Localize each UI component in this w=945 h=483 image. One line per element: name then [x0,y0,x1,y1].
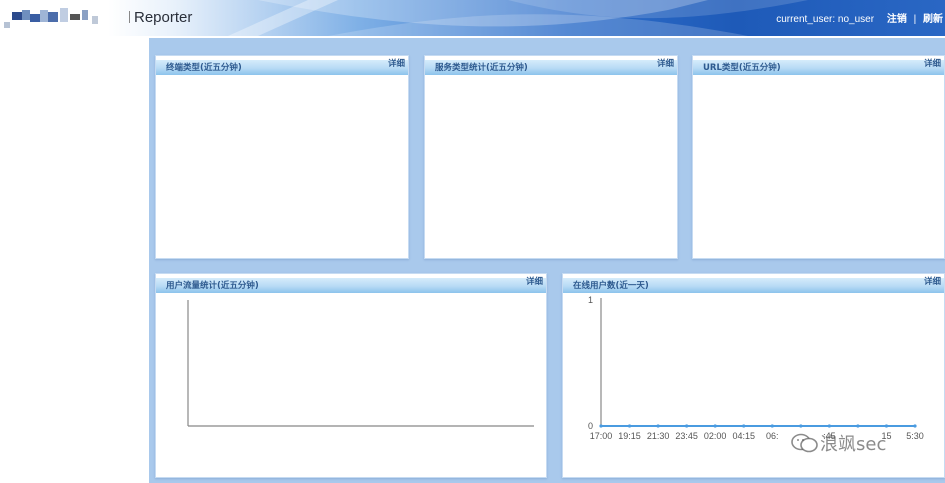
details-link[interactable]: 详细 [657,57,674,69]
current-user-label: current_user: no_user [776,14,875,25]
y-tick-label: 1 [588,295,593,305]
app-title: Reporter [134,9,193,26]
y-tick-label: 0 [588,421,593,431]
data-point[interactable] [884,424,889,428]
panel-url-type: URL类型(近五分钟) 详细 [692,55,945,259]
data-point[interactable] [742,424,746,428]
wechat-icon [791,433,818,453]
panel-header: URL类型(近五分钟) 详细 [693,56,944,76]
data-point[interactable] [770,424,774,428]
x-tick-label: 02:00 [704,431,727,441]
x-tick-label: 5:30 [906,431,924,441]
panel-online-users: 在线用户数(近一天) 详细 0 1 17:00 19:15 21:30 23:45 02:0… [562,273,945,478]
panel-terminal-type: 终端类型(近五分钟) 详细 [155,55,409,259]
x-tick-label: 04:15 [732,431,755,441]
data-point[interactable] [856,424,860,428]
panel-header: 服务类型统计(近五分钟) 详细 [425,56,677,76]
data-point[interactable] [627,424,632,428]
panel-header: 终端类型(近五分钟) 详细 [156,56,408,76]
panel-user-traffic: 用户流量统计(近五分钟) 详细 [155,273,547,478]
online-users-chart: 0117:00 19:15 21:30 23:45 02:00 04:15 06::45 15… [588,295,924,441]
traffic-chart [187,300,534,427]
user-area: current_user: no_user 注销 | 刷新 [776,10,943,25]
x-tick-label: 21:30 [647,431,670,441]
brand-logo [4,8,98,28]
data-point[interactable] [827,424,831,428]
x-tick-label: 06: [766,431,779,441]
top-header: Reporter current_user: no_user 注销 | 刷新 [0,0,945,36]
watermark: 浪飒sec [790,430,886,456]
refresh-link[interactable]: 刷新 [923,14,943,25]
x-tick-label: 17:00 [590,431,613,441]
title-divider [129,11,130,23]
x-tick-label: 23:45 [675,431,698,441]
data-point[interactable] [685,424,689,428]
logout-link[interactable]: 注销 [887,14,907,25]
link-separator: | [913,14,917,25]
details-link[interactable]: 详细 [388,57,405,69]
data-point[interactable] [799,424,803,428]
panel-service-type: 服务类型统计(近五分钟) 详细 [424,55,678,259]
watermark-text: 浪飒sec [820,434,887,455]
reporter-window: Reporter current_user: no_user 注销 | 刷新 终… [0,0,945,483]
panel-title: URL类型(近五分钟) [703,63,781,73]
x-tick-label: 19:15 [618,431,641,441]
details-link[interactable]: 详细 [924,57,941,69]
data-point[interactable] [656,424,660,428]
data-point[interactable] [713,424,717,428]
panel-title: 服务类型统计(近五分钟) [435,63,528,73]
data-point[interactable] [599,424,603,428]
data-point[interactable] [913,424,917,428]
panel-title: 终端类型(近五分钟) [166,63,242,73]
